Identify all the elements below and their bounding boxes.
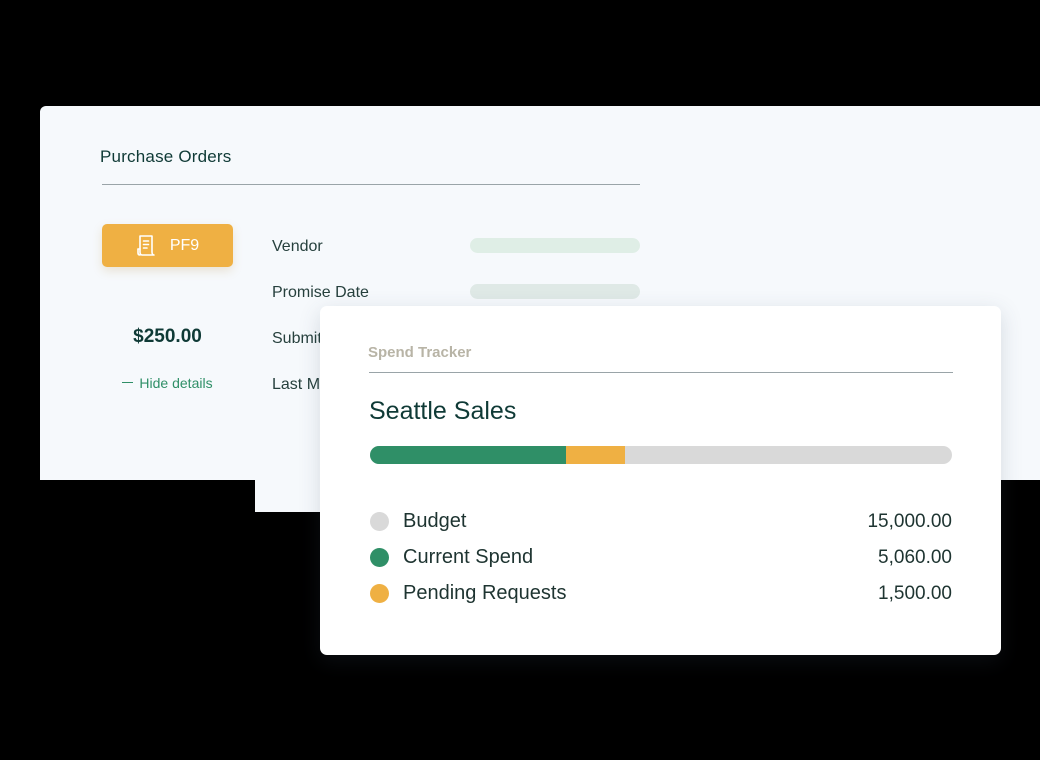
spend-tracker-card: Spend Tracker Seattle Sales Budget 15,00… bbox=[320, 306, 1001, 655]
collapse-dash-icon bbox=[122, 381, 134, 383]
purchase-orders-divider bbox=[102, 184, 640, 185]
legend-label-budget: Budget bbox=[403, 510, 467, 532]
vendor-value-placeholder bbox=[470, 238, 640, 253]
spend-tracker-title: Seattle Sales bbox=[369, 397, 517, 425]
legend-row-pending-requests: Pending Requests 1,500.00 bbox=[370, 581, 952, 607]
legend-value-current-spend: 5,060.00 bbox=[878, 547, 952, 568]
legend-label-pending-requests: Pending Requests bbox=[403, 582, 567, 604]
spend-tracker-label: Spend Tracker bbox=[368, 344, 472, 361]
hide-details-label: Hide details bbox=[139, 375, 213, 391]
field-label-vendor: Vendor bbox=[272, 238, 323, 255]
promise-date-value-placeholder bbox=[470, 284, 640, 299]
field-label-promise-date: Promise Date bbox=[272, 284, 369, 301]
legend-row-budget: Budget 15,000.00 bbox=[370, 509, 952, 535]
purchase-order-badge[interactable]: PF9 bbox=[102, 224, 233, 267]
current-spend-segment bbox=[370, 446, 567, 464]
legend-row-current-spend: Current Spend 5,060.00 bbox=[370, 545, 952, 571]
legend-value-pending-requests: 1,500.00 bbox=[878, 583, 952, 604]
budget-dot-icon bbox=[370, 512, 389, 531]
purchase-order-number: PF9 bbox=[169, 236, 200, 254]
pending-requests-dot-icon bbox=[370, 584, 389, 603]
spend-tracker-divider bbox=[369, 372, 953, 373]
budget-progress-bar bbox=[370, 446, 952, 464]
purchase-orders-title: Purchase Orders bbox=[100, 147, 232, 166]
receipt-icon bbox=[136, 234, 156, 258]
current-spend-dot-icon bbox=[370, 548, 389, 567]
purchase-order-amount: $250.00 bbox=[133, 326, 202, 347]
pending-requests-segment bbox=[566, 446, 625, 464]
hide-details-link[interactable]: Hide details bbox=[102, 375, 233, 391]
legend-value-budget: 15,000.00 bbox=[867, 511, 952, 532]
legend-label-current-spend: Current Spend bbox=[403, 546, 534, 568]
